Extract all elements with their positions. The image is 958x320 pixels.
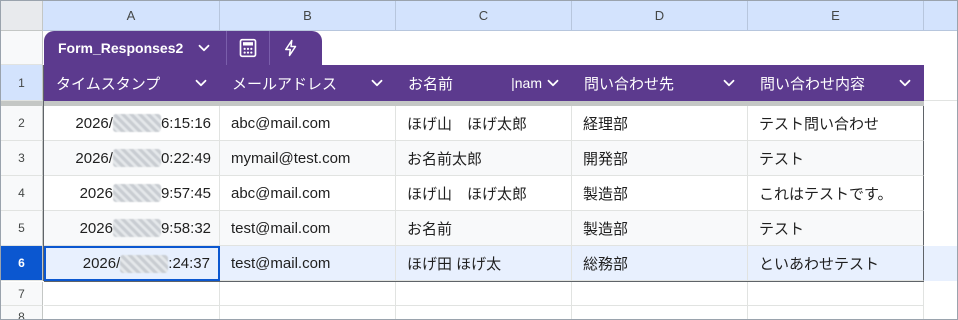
spreadsheet-frame: A B C D E Form_Responses2 1 タイムスタンプ メールア… [0,0,958,320]
table-row[interactable]: 2026/6:15:16 [44,106,220,141]
table-header-name[interactable]: お名前 |nam [396,65,572,101]
table-name[interactable]: Form_Responses2 [58,40,183,56]
active-cell[interactable]: 2026/ :24:37 [44,246,220,281]
timestamp-time: 0:22:49 [160,149,211,167]
column-header-a[interactable]: A [43,1,220,31]
department-cell[interactable]: 経理部 [572,106,748,141]
automation-button[interactable] [270,31,312,65]
name-cell[interactable]: お名前 [396,211,572,246]
content-cell[interactable]: といあわせテスト [748,246,924,281]
header-label: 問い合わせ先 [584,75,675,93]
header-overflow-text: |nam [511,75,542,91]
cell-e8[interactable] [748,306,924,319]
table-header-email[interactable]: メールアドレス [220,65,396,101]
name-cell[interactable]: ほげ田 ほげ太 [396,246,572,281]
email-cell[interactable]: abc@mail.com [220,176,396,211]
header-label: メールアドレス [232,75,338,93]
name-cell[interactable]: ほげ山 ほげ太郎 [396,106,572,141]
table-row[interactable]: 2026 9:58:32 [44,211,220,246]
header-label: タイムスタンプ [56,75,161,93]
lightning-bolt-icon [285,39,297,57]
row-header-4[interactable]: 4 [1,176,43,211]
content-cell[interactable]: テスト [748,211,924,246]
timestamp-prefix: 2026/ [82,255,121,272]
cell-c8[interactable] [396,306,572,319]
redacted-date [112,184,161,202]
department-cell[interactable]: 開発部 [572,141,748,176]
department-cell[interactable]: 製造部 [572,176,748,211]
row-header-7[interactable]: 7 [1,282,43,306]
row-header-5[interactable]: 5 [1,211,43,246]
timestamp-time: :24:37 [168,255,210,272]
cell-a7[interactable] [44,282,220,306]
header-label: 問い合わせ内容 [760,75,866,93]
department-cell[interactable]: 製造部 [572,211,748,246]
content-cell[interactable]: テスト [748,141,924,176]
column-header-b[interactable]: B [220,1,396,31]
cell-d8[interactable] [572,306,748,319]
chevron-down-icon[interactable] [720,74,738,92]
redacted-date [112,219,161,237]
table-header-department[interactable]: 問い合わせ先 [572,65,748,101]
timestamp-prefix: 2026/ [75,149,113,167]
cell-a8[interactable] [44,306,220,319]
row-header-blank [1,31,43,65]
column-header-e[interactable]: E [748,1,924,31]
row-header-6[interactable]: 6 [1,246,43,281]
table-header-content[interactable]: 問い合わせ内容 [748,65,924,101]
column-header-c[interactable]: C [396,1,572,31]
chevron-down-icon[interactable] [896,74,914,92]
name-cell[interactable]: お名前太郎 [396,141,572,176]
table-left-border [43,65,44,281]
cell-b7[interactable] [220,282,396,306]
calculator-button[interactable] [227,31,269,65]
calculator-icon [239,38,257,58]
timestamp-time: 9:58:32 [160,219,211,237]
table-header-timestamp[interactable]: タイムスタンプ [44,65,220,101]
cell-e7[interactable] [748,282,924,306]
table-row[interactable]: 2026 9:57:45 [44,176,220,211]
row-header-2[interactable]: 2 [1,106,43,141]
timestamp-prefix: 2026/ [75,114,113,132]
column-header-d[interactable]: D [572,1,748,31]
timestamp-prefix: 2026 [79,184,113,202]
email-cell[interactable]: abc@mail.com [220,106,396,141]
cell-f1[interactable] [924,65,957,101]
timestamp-time: 9:57:45 [160,184,211,202]
row-header-3[interactable]: 3 [1,141,43,176]
select-all-corner[interactable] [1,1,43,31]
column-header-f[interactable] [924,1,957,31]
cell-d7[interactable] [572,282,748,306]
row-header-1[interactable]: 1 [1,65,43,101]
cell-b8[interactable] [220,306,396,319]
chevron-down-icon[interactable] [192,74,210,92]
row-header-8[interactable]: 8 [1,306,43,319]
redacted-date [112,114,161,132]
redacted-date [112,149,161,167]
chevron-down-icon[interactable] [195,39,213,57]
redacted-date [120,254,169,273]
table-tab: Form_Responses2 [44,31,322,65]
content-cell[interactable]: テスト問い合わせ [748,106,924,141]
content-cell[interactable]: これはテストです。 [748,176,924,211]
chevron-down-icon[interactable] [544,74,562,92]
cell-c7[interactable] [396,282,572,306]
email-cell[interactable]: mymail@test.com [220,141,396,176]
timestamp-prefix: 2026 [79,219,113,237]
email-cell[interactable]: test@mail.com [220,246,396,281]
chevron-down-icon[interactable] [368,74,386,92]
timestamp-time: 6:15:16 [160,114,211,132]
department-cell[interactable]: 総務部 [572,246,748,281]
table-row[interactable]: 2026/0:22:49 [44,141,220,176]
name-cell[interactable]: ほげ山 ほげ太郎 [396,176,572,211]
email-cell[interactable]: test@mail.com [220,211,396,246]
header-label: お名前 [408,75,454,93]
